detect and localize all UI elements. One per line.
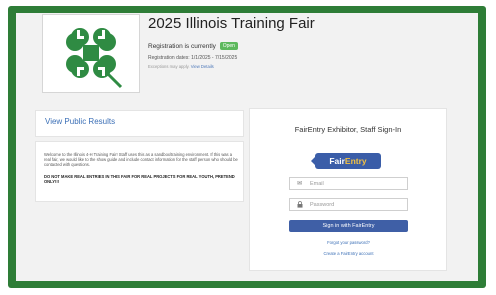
fairentry-logo: FairEntry	[311, 153, 381, 169]
fair-warning-text: DO NOT MAKE REAL ENTRIES IN THIS FAIR FO…	[44, 174, 235, 185]
public-results-panel: View Public Results	[35, 110, 244, 137]
password-field	[289, 198, 408, 211]
signin-button[interactable]: Sign in with FairEntry	[289, 220, 408, 232]
email-field: ✉	[289, 177, 408, 190]
forgot-password-link[interactable]: Forgot your password?	[289, 240, 408, 245]
4h-clover-logo	[42, 14, 140, 93]
registration-note: Exceptions may apply. View Details	[148, 64, 214, 69]
lock-icon	[297, 201, 303, 210]
registration-dates: Registration dates: 1/1/2025 - 7/15/2025	[148, 55, 238, 61]
fair-info-text: Welcome to the Illinois 4-H Training Fai…	[44, 152, 238, 168]
create-account-link[interactable]: Create a FairEntry account	[289, 251, 408, 256]
logo-notch	[311, 157, 315, 165]
fair-info-panel: Welcome to the Illinois 4-H Training Fai…	[35, 141, 244, 202]
logo-entry-text: Entry	[344, 156, 367, 166]
registration-status: Registration is currently Open	[148, 42, 238, 50]
envelope-icon: ✉	[297, 181, 303, 187]
view-public-results-link[interactable]: View Public Results	[45, 117, 115, 126]
status-badge: Open	[219, 42, 238, 50]
exceptions-text: Exceptions may apply.	[148, 64, 190, 69]
logo-fair-text: Fair	[329, 156, 345, 166]
registration-label: Registration is currently	[148, 43, 216, 50]
page-title: 2025 Illinois Training Fair	[148, 15, 315, 32]
view-details-link[interactable]: View Details	[191, 64, 214, 69]
email-input[interactable]	[310, 179, 404, 188]
password-input[interactable]	[310, 200, 404, 209]
signin-panel: FairEntry Exhibitor, Staff Sign-In FairE…	[249, 108, 447, 271]
signin-title: FairEntry Exhibitor, Staff Sign-In	[294, 125, 402, 134]
